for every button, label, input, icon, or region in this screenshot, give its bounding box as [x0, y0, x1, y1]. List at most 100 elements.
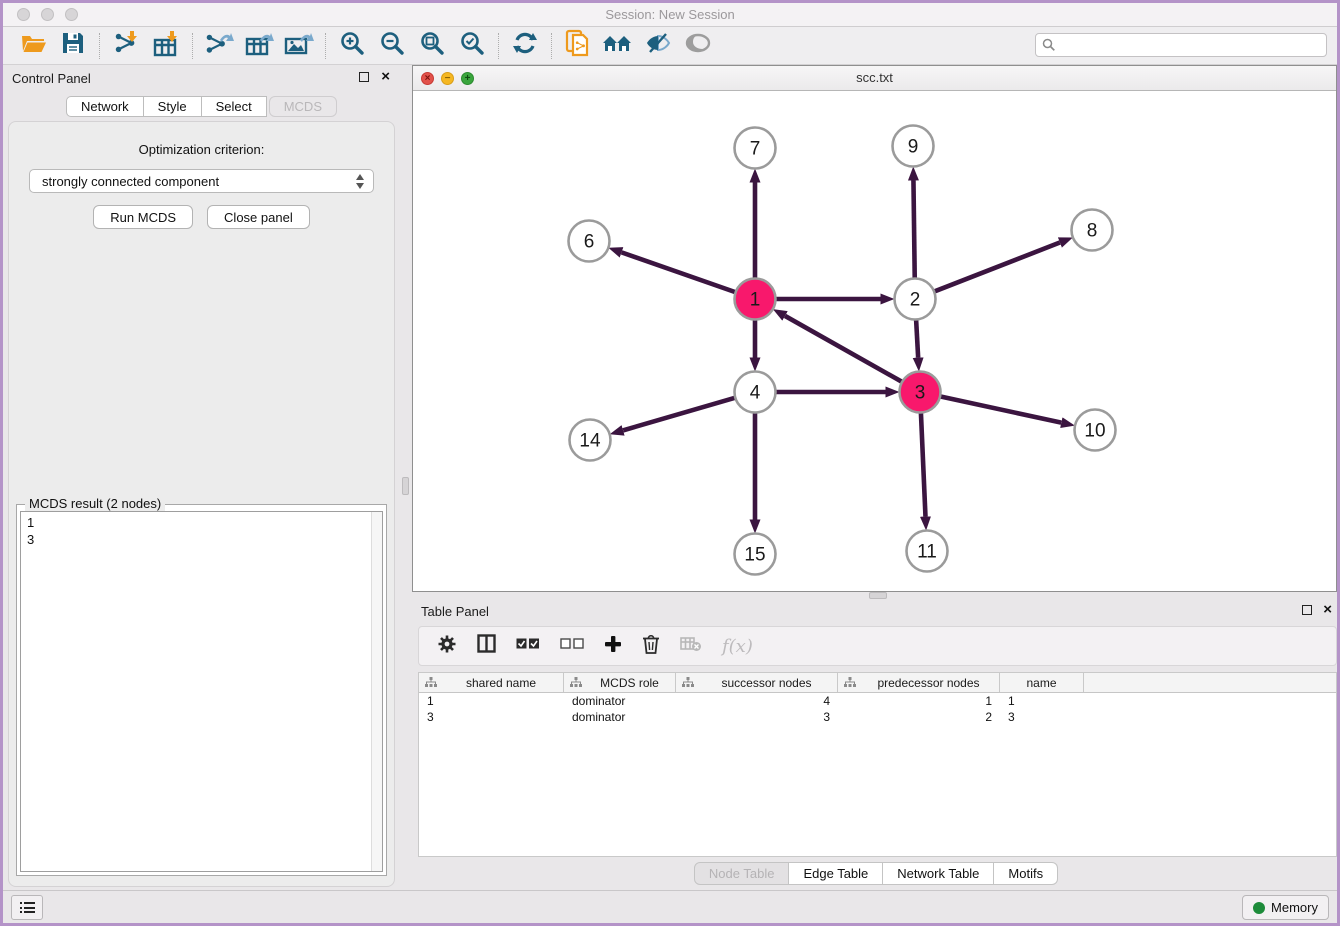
cell-name[interactable]: 1: [1000, 693, 1084, 709]
toolbar-separator: [192, 33, 193, 59]
cell-predecessor-nodes[interactable]: 1: [838, 693, 1000, 709]
table-settings-icon: [437, 634, 457, 659]
edge-1-6[interactable]: [622, 252, 736, 292]
deselect-all-icon: [560, 637, 584, 655]
zoom-out-button[interactable]: [372, 31, 412, 61]
tab-select[interactable]: Select: [202, 96, 267, 117]
network-view-window: × − + scc.txt 7968124314101511: [412, 65, 1337, 592]
criterion-dropdown[interactable]: strongly connected component: [29, 169, 374, 193]
edge-3-1[interactable]: [785, 316, 902, 382]
table-panel-header: Table Panel ×: [412, 598, 1340, 624]
close-panel-icon[interactable]: ×: [381, 68, 390, 85]
task-history-button[interactable]: [11, 895, 43, 920]
task-list-icon: [20, 902, 35, 913]
edge-4-14[interactable]: [623, 398, 735, 431]
mcds-result-textarea[interactable]: 13: [20, 511, 383, 872]
mcds-result-line: 3: [27, 531, 376, 548]
apply-layout-button[interactable]: [505, 31, 545, 61]
node-label-4: 4: [750, 383, 761, 404]
table-float-panel-icon[interactable]: [1302, 605, 1312, 615]
home-button[interactable]: [598, 31, 638, 61]
network-canvas[interactable]: 7968124314101511: [413, 91, 1336, 591]
edge-3-11[interactable]: [921, 412, 926, 516]
vertical-splitter[interactable]: [400, 65, 412, 891]
tab-network[interactable]: Network: [66, 96, 144, 117]
cell-predecessor-nodes[interactable]: 2: [838, 709, 1000, 725]
select-all-button[interactable]: [516, 637, 540, 655]
zoom-in-button[interactable]: [332, 31, 372, 61]
deselect-all-button[interactable]: [560, 637, 584, 655]
toolbar-separator: [551, 33, 552, 59]
table-row[interactable]: 1dominator411: [419, 693, 1336, 709]
column-header-shared-name[interactable]: shared name: [419, 673, 564, 692]
run-mcds-button[interactable]: Run MCDS: [93, 205, 193, 229]
delete-table-button: [680, 636, 702, 657]
delete-columns-button[interactable]: [642, 634, 660, 659]
search-box[interactable]: [1035, 33, 1327, 57]
hide-graphics-details-button[interactable]: [638, 31, 678, 61]
network-title: scc.txt: [413, 70, 1336, 85]
edge-2-9[interactable]: [913, 180, 914, 278]
cell-MCDS-role[interactable]: dominator: [564, 709, 676, 725]
node-label-9: 9: [908, 137, 919, 158]
export-table-button[interactable]: [239, 31, 279, 61]
column-header-successor-nodes[interactable]: successor nodes: [676, 673, 838, 692]
mcds-result-lines: 13: [21, 512, 382, 550]
home-icon: [602, 31, 634, 60]
node-table: shared nameMCDS rolesuccessor nodesprede…: [418, 672, 1337, 857]
import-network-button[interactable]: [106, 31, 146, 61]
open-session-button[interactable]: [13, 31, 53, 61]
column-header-name[interactable]: name: [1000, 673, 1084, 692]
table-settings-button[interactable]: [437, 634, 457, 659]
control-panel-tabs: NetworkStyleSelectMCDS: [3, 96, 400, 117]
add-column-button[interactable]: [604, 635, 622, 658]
tab-edge-table[interactable]: Edge Table: [789, 862, 883, 885]
memory-button[interactable]: Memory: [1242, 895, 1329, 920]
tab-node-table[interactable]: Node Table: [694, 862, 790, 885]
export-image-button[interactable]: [279, 31, 319, 61]
cell-MCDS-role[interactable]: dominator: [564, 693, 676, 709]
table-close-panel-icon[interactable]: ×: [1323, 601, 1332, 618]
toolbar-separator: [498, 33, 499, 59]
cell-successor-nodes[interactable]: 3: [676, 709, 838, 725]
export-network-button[interactable]: [199, 31, 239, 61]
import-table-button[interactable]: [146, 31, 186, 61]
tab-style[interactable]: Style: [144, 96, 202, 117]
clone-network-button[interactable]: [558, 31, 598, 61]
zoom-fit-icon: [419, 30, 445, 61]
cell-shared-name[interactable]: 3: [419, 709, 564, 725]
show-columns-button[interactable]: [477, 634, 496, 658]
edge-2-8[interactable]: [934, 243, 1060, 292]
clone-network-icon: [565, 29, 591, 62]
search-input[interactable]: [1056, 38, 1326, 52]
float-panel-icon[interactable]: [359, 72, 369, 82]
column-header-predecessor-nodes[interactable]: predecessor nodes: [838, 673, 1000, 692]
add-column-icon: [604, 635, 622, 658]
edge-2-3[interactable]: [916, 319, 918, 357]
zoom-selected-button[interactable]: [452, 31, 492, 61]
toolbar-separator: [99, 33, 100, 59]
cell-name[interactable]: 3: [1000, 709, 1084, 725]
zoom-fit-button[interactable]: [412, 31, 452, 61]
function-builder-button: f(x): [722, 636, 753, 657]
zoom-out-icon: [379, 30, 405, 61]
export-image-icon: [284, 30, 315, 61]
main-toolbar: [3, 27, 1337, 65]
show-graphics-details-button[interactable]: [678, 31, 718, 61]
node-label-11: 11: [917, 542, 937, 563]
result-scrollbar[interactable]: [371, 512, 382, 871]
tab-network-table[interactable]: Network Table: [883, 862, 994, 885]
criterion-value: strongly connected component: [42, 174, 219, 189]
cell-successor-nodes[interactable]: 4: [676, 693, 838, 709]
table-row[interactable]: 3dominator323: [419, 709, 1336, 725]
memory-label: Memory: [1271, 900, 1318, 915]
edge-3-10[interactable]: [940, 396, 1061, 422]
close-panel-button[interactable]: Close panel: [207, 205, 310, 229]
save-session-button[interactable]: [53, 31, 93, 61]
search-icon: [1042, 38, 1056, 52]
tab-motifs[interactable]: Motifs: [994, 862, 1058, 885]
column-header-MCDS-role[interactable]: MCDS role: [564, 673, 676, 692]
tab-mcds[interactable]: MCDS: [269, 96, 337, 117]
optimization-criterion-label: Optimization criterion:: [9, 142, 394, 157]
cell-shared-name[interactable]: 1: [419, 693, 564, 709]
